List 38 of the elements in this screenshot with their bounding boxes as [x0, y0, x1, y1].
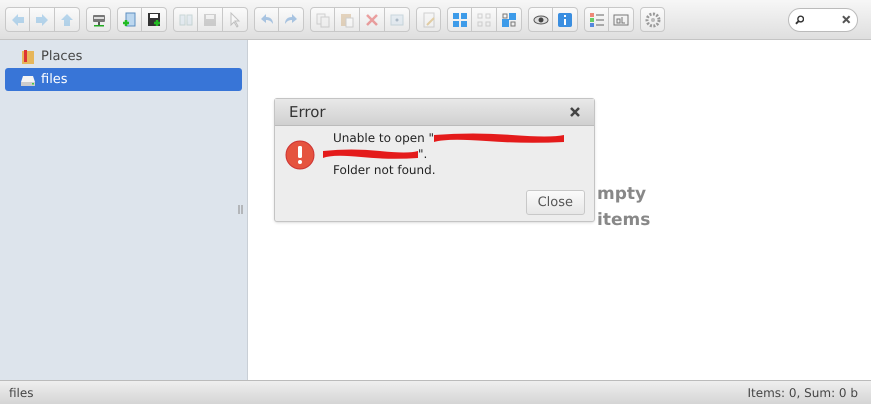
status-summary: Items: 0, Sum: 0 b: [747, 384, 858, 402]
bookmark-folder-icon: [20, 48, 36, 64]
settings-icon: [644, 12, 660, 28]
grid-icon: [476, 12, 492, 28]
toolbar-button[interactable]: [584, 7, 609, 32]
clipboard-icon: [339, 12, 355, 28]
left-arrow-icon: [10, 12, 26, 28]
resize-handle-icon[interactable]: [238, 205, 243, 214]
pencil-page-icon: [420, 12, 436, 28]
close-button[interactable]: Close: [526, 190, 585, 215]
up-arrow-icon: [59, 12, 75, 28]
empty-message: items: [597, 209, 650, 232]
list-icon: [588, 12, 604, 28]
clear-icon[interactable]: [842, 15, 851, 24]
dialog-title: Error: [289, 102, 326, 123]
info-icon: [557, 12, 573, 28]
new-floppy-icon: [146, 12, 162, 28]
window-icon: [389, 12, 405, 28]
error-message: Folder not found.: [333, 162, 436, 178]
status-path: files: [9, 384, 34, 402]
new-folder-icon: [122, 12, 138, 28]
grid-icon: [452, 12, 468, 28]
error-icon: [285, 140, 315, 170]
toolbar-button[interactable]: [528, 7, 553, 32]
search-icon: [795, 14, 804, 24]
empty-message: mpty: [597, 183, 646, 206]
grid-icon: [501, 12, 517, 28]
cross-icon: [364, 12, 380, 28]
error-message: Unable to open ": [333, 130, 434, 146]
sidebar-item[interactable]: Places: [5, 45, 242, 68]
search-field[interactable]: [788, 8, 858, 32]
copy-icon: [314, 12, 330, 28]
floppy-icon: [202, 12, 218, 28]
sidebar-item[interactable]: files: [5, 68, 242, 91]
error-message: ".: [418, 146, 428, 162]
close-icon[interactable]: [570, 107, 580, 117]
right-arrow-icon: [34, 12, 50, 28]
toolbar-button[interactable]: [142, 7, 167, 32]
